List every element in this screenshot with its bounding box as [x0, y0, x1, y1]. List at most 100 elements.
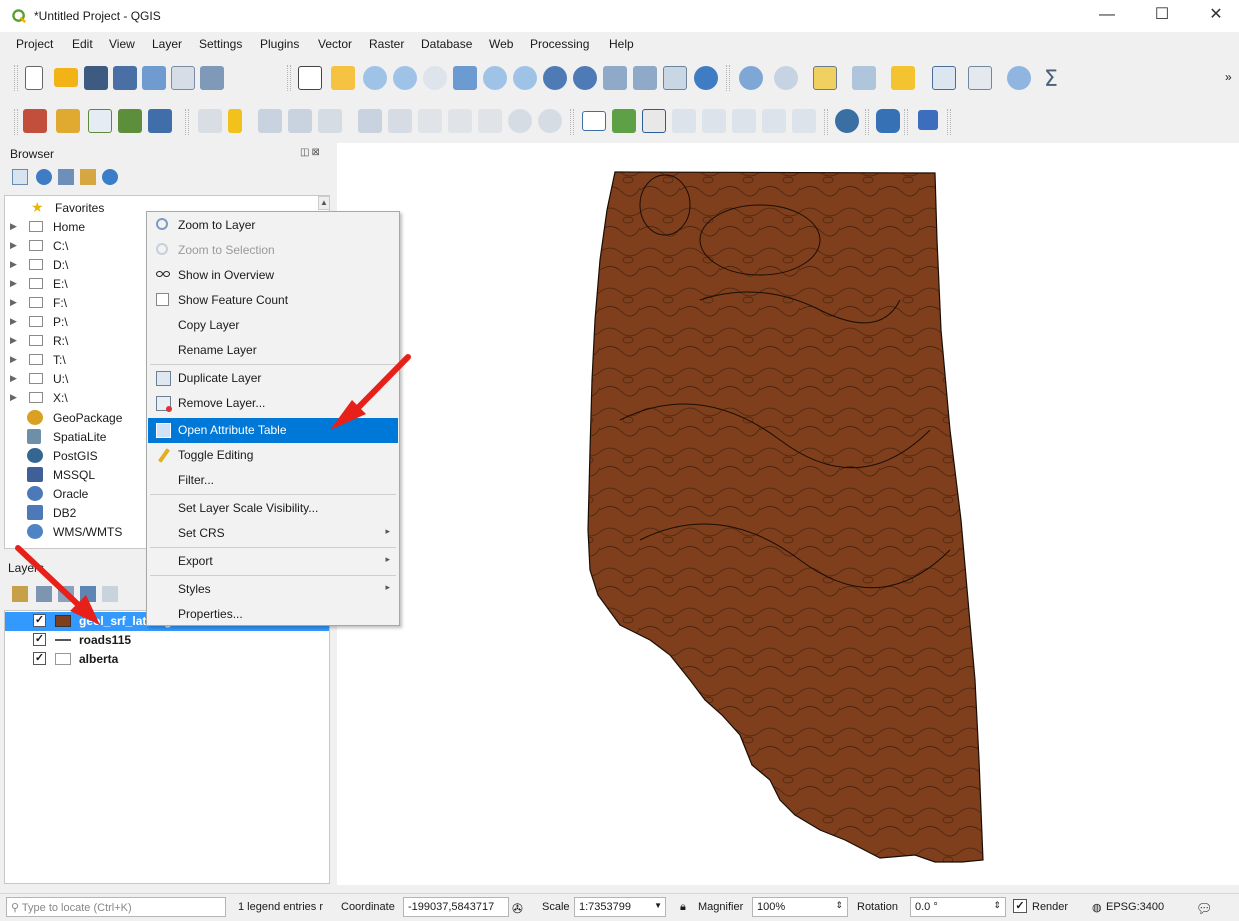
add-vector-layer-icon[interactable]: [88, 109, 112, 133]
pan-map-icon[interactable]: [298, 66, 322, 90]
new-3d-map-icon[interactable]: [633, 66, 657, 90]
show-hide-labels-icon[interactable]: [702, 109, 726, 133]
new-print-layout-icon[interactable]: [142, 66, 166, 90]
save-as-icon[interactable]: [113, 66, 137, 90]
collapse-all-icon[interactable]: [80, 169, 96, 185]
layer-visibility-checkbox[interactable]: ✓: [33, 652, 46, 665]
expand-arrow-icon[interactable]: ▶: [10, 354, 17, 365]
style-panel-icon[interactable]: [12, 586, 28, 602]
cut-features-icon[interactable]: [418, 109, 442, 133]
new-project-icon[interactable]: [25, 66, 43, 90]
undo-icon[interactable]: [508, 109, 532, 133]
menu-database[interactable]: Database: [421, 37, 472, 51]
plugin-globe-icon[interactable]: [835, 109, 859, 133]
deselect-all-icon[interactable]: [891, 66, 915, 90]
coordinate-field[interactable]: -199037,5843717: [403, 897, 509, 917]
delete-selected-icon[interactable]: [388, 109, 412, 133]
scale-combobox[interactable]: 1:7353799 ▼: [574, 897, 666, 917]
menu-layer[interactable]: Layer: [152, 37, 182, 51]
sigma-icon[interactable]: Σ: [1041, 66, 1065, 90]
pin-labels-icon[interactable]: [672, 109, 696, 133]
menu-item-zoom-to-selection[interactable]: Zoom to Selection: [148, 238, 398, 263]
zoom-in-icon[interactable]: [363, 66, 387, 90]
change-label-icon[interactable]: [792, 109, 816, 133]
expand-arrow-icon[interactable]: ▶: [10, 316, 17, 327]
menu-vector[interactable]: Vector: [318, 37, 352, 51]
layer-row-roads115[interactable]: ✓ roads115: [5, 631, 329, 650]
add-wms-icon[interactable]: [148, 109, 172, 133]
help-icon[interactable]: [918, 110, 938, 130]
globe-crs-icon[interactable]: ◍: [1092, 901, 1102, 914]
layer-row-alberta[interactable]: ✓ alberta: [5, 650, 329, 669]
lock-icon[interactable]: 🔒︎: [680, 901, 686, 914]
menu-item-copy-layer[interactable]: Copy Layer: [148, 313, 398, 338]
menu-processing[interactable]: Processing: [530, 37, 589, 51]
crs-status[interactable]: EPSG:3400: [1106, 901, 1164, 913]
menu-project[interactable]: Project: [16, 37, 53, 51]
label-toolbar-icon[interactable]: [582, 111, 606, 131]
select-features-icon[interactable]: [813, 66, 837, 90]
layer-visibility-checkbox[interactable]: ✓: [33, 633, 46, 646]
menu-item-duplicate-layer[interactable]: Duplicate Layer: [148, 366, 398, 391]
menu-item-show-in-overview[interactable]: Show in Overview: [148, 263, 398, 288]
close-button[interactable]: ✕: [1193, 0, 1239, 32]
expand-arrow-icon[interactable]: ▶: [10, 373, 17, 384]
identify-features-icon[interactable]: [739, 66, 763, 90]
manage-themes-icon[interactable]: [58, 586, 74, 602]
add-feature-icon[interactable]: [288, 109, 312, 133]
toggle-extents-icon[interactable]: ✇: [512, 901, 523, 917]
copy-features-icon[interactable]: [448, 109, 472, 133]
toolbar-grip[interactable]: [726, 65, 730, 91]
expand-arrow-icon[interactable]: ▶: [10, 392, 17, 403]
menu-item-rename-layer[interactable]: Rename Layer: [148, 338, 398, 363]
save-project-icon[interactable]: [84, 66, 108, 90]
toolbar-grip[interactable]: [570, 109, 574, 135]
menu-plugins[interactable]: Plugins: [260, 37, 299, 51]
feature-count-checkbox[interactable]: [156, 293, 169, 306]
statistical-summary-icon[interactable]: [968, 66, 992, 90]
pan-to-selection-icon[interactable]: [331, 66, 355, 90]
run-feature-action-icon[interactable]: [774, 66, 798, 90]
save-edits-icon[interactable]: [258, 109, 282, 133]
data-source-manager-icon[interactable]: [23, 109, 47, 133]
toolbar-grip[interactable]: [904, 109, 908, 135]
refresh-icon[interactable]: [36, 169, 52, 185]
menu-help[interactable]: Help: [609, 37, 634, 51]
select-by-value-icon[interactable]: [852, 66, 876, 90]
expand-arrow-icon[interactable]: ▶: [10, 221, 17, 232]
expand-arrow-icon[interactable]: ▶: [10, 297, 17, 308]
menu-item-export[interactable]: Export ▸: [148, 549, 398, 574]
highlight-pinned-labels-icon[interactable]: [642, 109, 666, 133]
map-canvas[interactable]: [337, 143, 1239, 885]
diagram-icon[interactable]: [612, 109, 636, 133]
add-selected-layers-icon[interactable]: [12, 169, 28, 185]
zoom-full-icon[interactable]: [453, 66, 477, 90]
zoom-next-icon[interactable]: [573, 66, 597, 90]
refresh-icon[interactable]: [694, 66, 718, 90]
redo-icon[interactable]: [538, 109, 562, 133]
layers-list[interactable]: ✓ geol_srf_latlong ✓ roads115 ✓ alberta: [4, 610, 330, 884]
expand-arrow-icon[interactable]: ▶: [10, 259, 17, 270]
toolbox-icon[interactable]: [1007, 66, 1031, 90]
filter-legend-icon[interactable]: [80, 586, 96, 602]
menu-raster[interactable]: Raster: [369, 37, 404, 51]
menu-edit[interactable]: Edit: [72, 37, 93, 51]
menu-web[interactable]: Web: [489, 37, 513, 51]
messages-icon[interactable]: 💬︎: [1196, 901, 1213, 917]
toolbar-grip[interactable]: [947, 109, 951, 135]
locator-search-input[interactable]: ⚲ Type to locate (Ctrl+K): [6, 897, 226, 917]
open-attribute-table-icon[interactable]: [932, 66, 956, 90]
add-group-icon[interactable]: [36, 586, 52, 602]
menu-item-properties[interactable]: Properties...: [148, 602, 398, 627]
magnifier-spinbox[interactable]: 100% ⇕: [752, 897, 848, 917]
expand-arrow-icon[interactable]: ▶: [10, 335, 17, 346]
toolbar-grip[interactable]: [865, 109, 869, 135]
add-geopackage-icon[interactable]: [56, 109, 80, 133]
zoom-last-icon[interactable]: [543, 66, 567, 90]
add-spatialite-icon[interactable]: [118, 109, 142, 133]
filter-by-expression-icon[interactable]: [102, 586, 118, 602]
menu-item-set-scale-visibility[interactable]: Set Layer Scale Visibility...: [148, 496, 398, 521]
menu-view[interactable]: View: [109, 37, 135, 51]
modify-attributes-icon[interactable]: [358, 109, 382, 133]
rotation-spinbox[interactable]: 0.0 ° ⇕: [910, 897, 1006, 917]
